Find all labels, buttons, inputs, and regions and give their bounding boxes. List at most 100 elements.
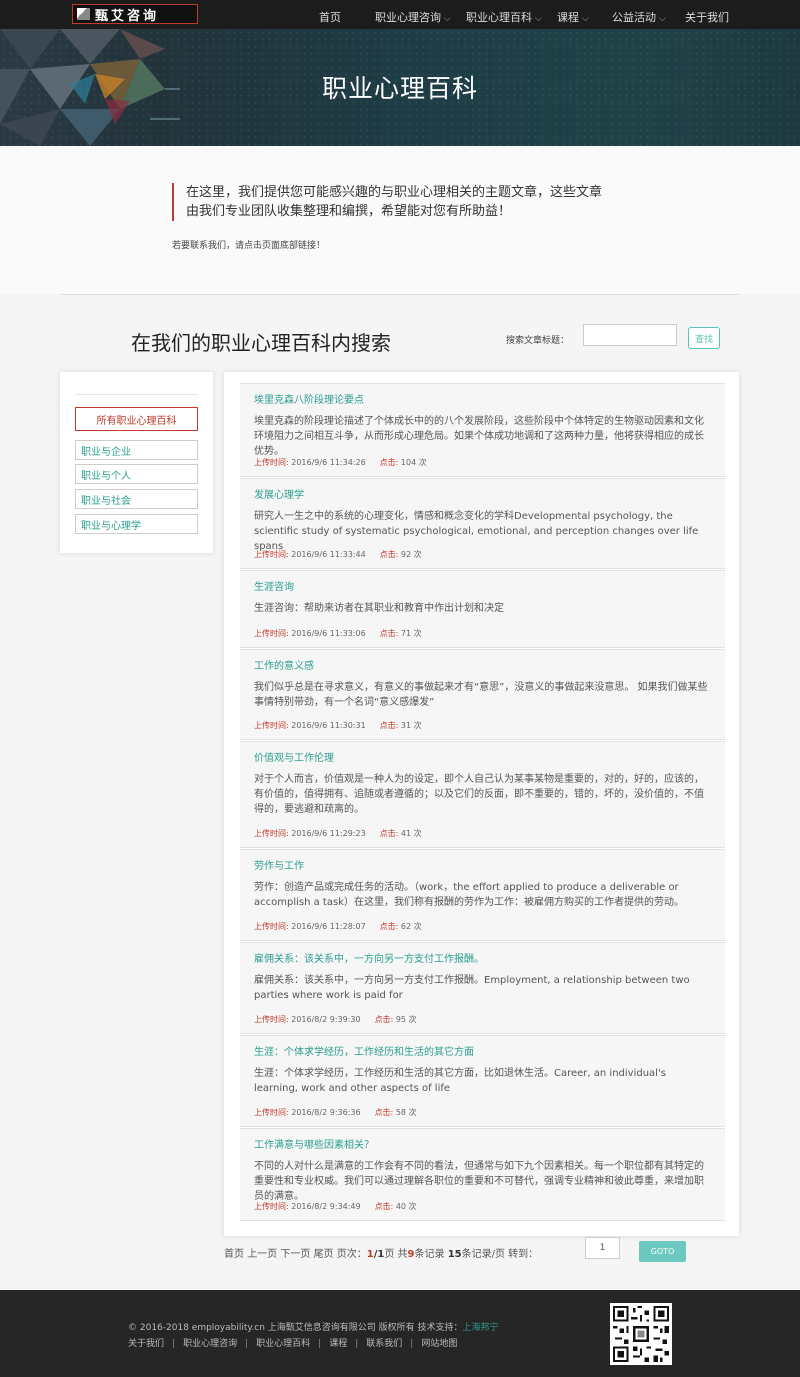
support-link[interactable]: 上海邦宁 bbox=[463, 1323, 499, 1333]
article-title[interactable]: 工作的意义感 bbox=[254, 660, 711, 674]
click-count: 104 bbox=[400, 458, 417, 467]
article-title[interactable]: 工作满意与哪些因素相关？ bbox=[254, 1139, 711, 1153]
chevron-down-icon: ⌵ bbox=[535, 14, 542, 24]
footer-link[interactable]: 网站地图 bbox=[421, 1339, 457, 1349]
article-summary: 劳作：创造产品或完成任务的活动。（work，the effort applied… bbox=[254, 882, 684, 908]
footer-link[interactable]: 职业心理百科 bbox=[256, 1339, 310, 1349]
article-meta: 上传时间: 2016/9/6 11:33:44 点击: 92 次 bbox=[254, 549, 422, 560]
click-count-label: 点击: bbox=[374, 1108, 394, 1117]
article-summary: 研究人一生之中的系统的心理变化，情感和概念变化的学科Developmental … bbox=[254, 511, 699, 552]
nav-item-4[interactable]: 公益活动 ⌵ bbox=[612, 9, 666, 25]
article-item: 工作满意与哪些因素相关？ 不同的人对什么是满意的工作会有不同的看法，但通常与如下九… bbox=[240, 1128, 725, 1221]
click-unit: 次 bbox=[413, 550, 422, 559]
footer-link[interactable]: 职业心理咨询 bbox=[183, 1339, 237, 1349]
click-unit: 次 bbox=[418, 458, 427, 467]
upload-time: 2016/9/6 11:30:31 bbox=[291, 721, 366, 730]
site-logo[interactable]: 甄艾咨询 bbox=[72, 4, 198, 24]
page-number-input[interactable]: 1 bbox=[585, 1237, 620, 1259]
upload-time-label: 上传时间: bbox=[254, 458, 289, 467]
article-title[interactable]: 生涯：个体求学经历，工作经历和生活的其它方面 bbox=[254, 1046, 711, 1060]
pager-total-records: 9 bbox=[407, 1249, 415, 1260]
click-count: 92 bbox=[400, 550, 412, 559]
click-unit: 次 bbox=[413, 829, 422, 838]
qr-code-icon bbox=[610, 1303, 672, 1365]
upload-time: 2016/9/6 11:34:26 bbox=[291, 458, 366, 467]
article-title[interactable]: 劳作与工作 bbox=[254, 860, 711, 874]
click-unit: 次 bbox=[408, 1015, 417, 1024]
click-unit: 次 bbox=[413, 629, 422, 638]
pager-records-suffix: 条记录 bbox=[414, 1249, 445, 1260]
pager-current: 1 bbox=[366, 1249, 374, 1260]
search-button[interactable]: 查找 bbox=[688, 327, 720, 349]
article-summary: 我们似乎总是在寻求意义，有意义的事做起来才有“意思”，没意义的事做起来没意思。 … bbox=[254, 682, 708, 708]
pager-prev[interactable]: 上一页 bbox=[247, 1249, 277, 1260]
category-item[interactable]: 职业与心理学 bbox=[75, 514, 198, 534]
pager-per-page: 15 bbox=[447, 1249, 462, 1260]
category-item[interactable]: 职业与个人 bbox=[75, 464, 198, 484]
category-all[interactable]: 所有职业心理百科 bbox=[75, 407, 198, 431]
article-meta: 上传时间: 2016/9/6 11:33:06 点击: 71 次 bbox=[254, 628, 422, 639]
chevron-down-icon: ⌵ bbox=[444, 14, 451, 24]
footer-links: 关于我们 | 职业心理咨询 | 职业心理百科 | 课程 | 联系我们 | 网站地图 bbox=[128, 1336, 457, 1349]
pager-total-prefix: 共 bbox=[397, 1249, 408, 1260]
copyright-text: © 2016-2018 employability.cn 上海甄艾信息咨询有限公… bbox=[128, 1323, 463, 1333]
article-item: 雇佣关系：该关系中，一方向另一方支付工作报酬。雇佣关系：该关系中，一方向另一方支… bbox=[240, 942, 725, 1034]
upload-time: 2016/9/6 11:28:07 bbox=[291, 922, 366, 931]
article-meta: 上传时间: 2016/8/2 9:39:30 点击: 95 次 bbox=[254, 1014, 417, 1025]
search-input[interactable] bbox=[583, 324, 677, 346]
chevron-down-icon: ⌵ bbox=[659, 14, 666, 24]
upload-time: 2016/8/2 9:39:30 bbox=[291, 1015, 361, 1024]
click-count-label: 点击: bbox=[379, 829, 399, 838]
click-count-label: 点击: bbox=[374, 1015, 394, 1024]
intro-quote-line2: 由我们专业团队收集整理和编撰，希望能对您有所助益！ bbox=[186, 204, 512, 219]
article-title[interactable]: 雇佣关系：该关系中，一方向另一方支付工作报酬。 bbox=[254, 953, 711, 967]
article-title[interactable]: 发展心理学 bbox=[254, 489, 711, 503]
category-item[interactable]: 职业与企业 bbox=[75, 440, 198, 460]
nav-item-label: 关于我们 bbox=[685, 11, 729, 24]
upload-time: 2016/9/6 11:29:23 bbox=[291, 829, 366, 838]
nav-item-1[interactable]: 职业心理咨询 ⌵ bbox=[375, 9, 451, 25]
nav-item-5[interactable]: 关于我们 bbox=[685, 9, 729, 25]
intro-section: 在这里，我们提供您可能感兴趣的与职业心理相关的主题文章，这些文章 由我们专业团队… bbox=[0, 146, 800, 294]
article-title[interactable]: 价值观与工作伦理 bbox=[254, 752, 711, 766]
article-item: 劳作与工作劳作：创造产品或完成任务的活动。（work，the effort ap… bbox=[240, 849, 725, 941]
footer-separator: | bbox=[355, 1339, 359, 1349]
nav-item-label: 公益活动 bbox=[612, 11, 656, 24]
nav-item-label: 职业心理百科 bbox=[466, 11, 532, 24]
nav-item-2[interactable]: 职业心理百科 ⌵ bbox=[466, 9, 542, 25]
pager-next[interactable]: 下一页 bbox=[280, 1249, 310, 1260]
pager-last[interactable]: 尾页 bbox=[314, 1249, 334, 1260]
article-summary: 雇佣关系：该关系中，一方向另一方支付工作报酬。Employment, a rel… bbox=[254, 975, 690, 1001]
pager-first[interactable]: 首页 bbox=[224, 1249, 244, 1260]
article-title[interactable]: 生涯咨询 bbox=[254, 581, 711, 595]
footer-link[interactable]: 关于我们 bbox=[128, 1339, 164, 1349]
footer-separator: | bbox=[318, 1339, 322, 1349]
click-unit: 次 bbox=[413, 922, 422, 931]
article-summary: 不同的人对什么是满意的工作会有不同的看法，但通常与如下九个因素相关。每一个职位都… bbox=[254, 1161, 704, 1202]
footer-link[interactable]: 课程 bbox=[329, 1339, 347, 1349]
goto-button[interactable]: GOTO bbox=[639, 1241, 686, 1262]
intro-quote-line1: 在这里，我们提供您可能感兴趣的与职业心理相关的主题文章，这些文章 bbox=[186, 185, 603, 200]
copyright: © 2016-2018 employability.cn 上海甄艾信息咨询有限公… bbox=[128, 1320, 499, 1333]
click-unit: 次 bbox=[408, 1202, 417, 1211]
site-footer: © 2016-2018 employability.cn 上海甄艾信息咨询有限公… bbox=[0, 1290, 800, 1377]
article-summary: 生涯：个体求学经历，工作经历和生活的其它方面，比如退休生活。Career, an… bbox=[254, 1068, 666, 1094]
nav-item-3[interactable]: 课程 ⌵ bbox=[557, 9, 589, 25]
article-summary: 生涯咨询：帮助来访者在其职业和教育中作出计划和决定 bbox=[254, 603, 504, 614]
click-unit: 次 bbox=[413, 721, 422, 730]
category-sidebar: 所有职业心理百科 职业与企业职业与个人职业与社会职业与心理学 bbox=[60, 372, 213, 553]
nav-item-0[interactable]: 首页 bbox=[319, 9, 341, 25]
click-count-label: 点击: bbox=[379, 458, 399, 467]
article-item: 生涯：个体求学经历，工作经历和生活的其它方面生涯：个体求学经历，工作经历和生活的… bbox=[240, 1035, 725, 1127]
article-title[interactable]: 埃里克森八阶段理论要点 bbox=[254, 394, 711, 408]
logo-text: 甄艾咨询 bbox=[95, 8, 160, 24]
click-count: 41 bbox=[400, 829, 412, 838]
pager-page-suffix: 页 bbox=[384, 1249, 395, 1260]
category-item[interactable]: 职业与社会 bbox=[75, 489, 198, 509]
banner-title: 职业心理百科 bbox=[321, 74, 478, 103]
article-item: 埃里克森八阶段理论要点 埃里克森的阶段理论描述了个体成长中的的八个发展阶段，这些阶… bbox=[240, 383, 725, 477]
upload-time-label: 上传时间: bbox=[254, 721, 289, 730]
footer-link[interactable]: 联系我们 bbox=[366, 1339, 402, 1349]
contact-note: 若要联系我们，请点击页面底部链接！ bbox=[172, 241, 326, 251]
pager-per-page-suffix: 条记录/页 bbox=[461, 1249, 505, 1260]
